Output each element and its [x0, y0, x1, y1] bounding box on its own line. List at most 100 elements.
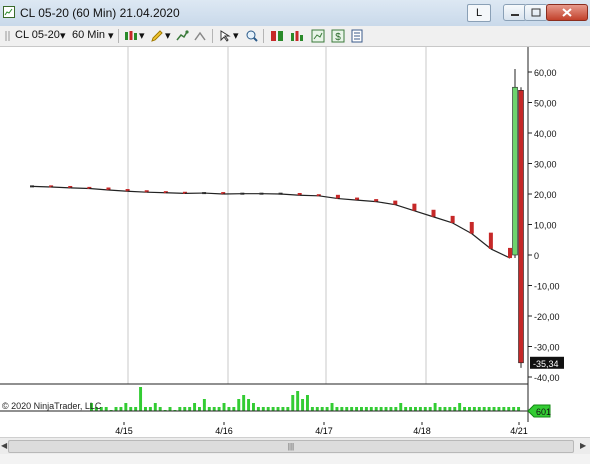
dollar-icon[interactable]: $ — [331, 29, 345, 43]
volume-bar — [104, 407, 108, 411]
volume-bar — [404, 407, 408, 411]
volume-bar — [232, 407, 236, 411]
cursor-dropdown-icon[interactable]: ▾ — [233, 29, 239, 42]
volume-bar — [477, 407, 481, 411]
volume-bar — [517, 407, 521, 411]
volume-bar — [350, 407, 354, 411]
window-title: CL 05-20 (60 Min) 21.04.2020 — [20, 6, 180, 20]
price-line-segment — [31, 185, 52, 188]
data-series-icon[interactable] — [290, 29, 304, 43]
candle-body — [512, 86, 518, 256]
maximize-icon — [531, 8, 541, 17]
volume-bar — [198, 407, 201, 411]
volume-bar — [458, 403, 462, 411]
volume-bar — [158, 407, 162, 411]
volume-bar — [360, 407, 363, 411]
volume-bar — [414, 407, 417, 411]
scroll-left-icon[interactable]: ◀ — [1, 441, 7, 450]
x-axis-strip: 4/15 4/16 4/17 4/18 4/21 — [0, 422, 590, 437]
y-tick-label: 60,00 — [534, 68, 557, 78]
interval-dropdown-icon[interactable]: ▾ — [108, 29, 114, 42]
volume-bar — [453, 407, 457, 411]
price-line-segment — [318, 195, 339, 200]
volume-bar — [296, 391, 300, 411]
y-tick-label: 50,00 — [534, 99, 557, 109]
chart-style-dropdown-icon[interactable]: ▾ — [139, 29, 145, 42]
price-chart[interactable]: 60,00 50,00 40,00 30,00 20,00 10,00 0 -10,00 -20… — [0, 47, 590, 422]
volume-bar — [340, 407, 344, 411]
volume-bar — [306, 395, 309, 411]
zoom-icon[interactable] — [245, 29, 259, 43]
volume-bar — [315, 407, 319, 411]
volume-bar — [139, 387, 143, 411]
indicator-icon[interactable] — [175, 29, 189, 43]
scrollbar-thumb[interactable]: ||| — [8, 440, 574, 453]
interval-selector[interactable]: 60 Min — [72, 29, 105, 41]
volume-bar — [369, 407, 373, 411]
volume-bar — [237, 399, 241, 411]
volume-bar — [497, 407, 501, 411]
volume-bar — [310, 407, 314, 411]
maximize-button[interactable] — [524, 4, 548, 21]
cursor-icon[interactable] — [219, 29, 233, 43]
volume-bar — [266, 407, 270, 411]
y-tick-label: 20,00 — [534, 190, 557, 200]
toolbar-divider — [118, 29, 119, 43]
title-bar: CL 05-20 (60 Min) 21.04.2020 L — [0, 0, 590, 27]
price-line-segment — [280, 193, 300, 196]
drawing-dropdown-icon[interactable]: ▾ — [165, 29, 171, 42]
price-candle — [431, 209, 436, 217]
pencil-icon[interactable] — [150, 29, 164, 43]
instrument-selector[interactable]: CL 05-20 — [15, 29, 60, 41]
price-candle — [450, 215, 455, 223]
volume-bar — [129, 407, 133, 411]
volume-bar — [428, 407, 432, 411]
minimize-icon — [511, 14, 519, 16]
volume-bar — [355, 407, 359, 411]
price-candle — [469, 221, 474, 234]
volume-bar — [222, 403, 226, 411]
volume-bar — [178, 407, 182, 411]
volume-bar — [389, 407, 393, 411]
volume-bar — [423, 407, 427, 411]
volume-bar — [443, 407, 447, 411]
properties-icon[interactable] — [350, 29, 364, 43]
instrument-dropdown-icon[interactable]: ▾ — [60, 29, 66, 42]
y-tick-label: -20,00 — [534, 312, 560, 322]
x-tick-label: 4/18 — [413, 426, 431, 436]
price-line-segment — [51, 186, 71, 189]
volume-bar — [148, 407, 152, 411]
price-line-segment — [414, 210, 434, 218]
volume-bar — [507, 407, 511, 411]
chart-window-icon — [3, 6, 15, 18]
volume-bar — [325, 407, 329, 411]
volume-bar — [217, 407, 221, 411]
scroll-right-icon[interactable]: ▶ — [580, 441, 586, 450]
y-tick-label: 0 — [534, 251, 539, 261]
volume-bar — [114, 407, 118, 411]
close-button[interactable] — [546, 4, 588, 21]
price-line-segment — [299, 194, 319, 197]
volume-bar — [281, 407, 285, 411]
volume-bar — [247, 399, 251, 411]
price-line-segment — [89, 187, 109, 191]
link-button[interactable]: L — [467, 4, 491, 22]
volume-bar — [364, 407, 368, 411]
volume-bar — [502, 407, 506, 411]
volume-bar — [320, 407, 324, 411]
x-tick-label: 4/15 — [115, 426, 133, 436]
order-entry-icon[interactable] — [270, 29, 284, 43]
y-tick-label: -30,00 — [534, 343, 560, 353]
price-line-segment — [490, 248, 511, 259]
price-candle — [488, 232, 493, 249]
template-icon[interactable] — [311, 29, 325, 43]
volume-bar — [512, 407, 516, 411]
horizontal-scrollbar[interactable]: ◀ ||| ▶ — [0, 437, 590, 454]
strategy-icon[interactable] — [193, 29, 207, 43]
chart-panel[interactable]: 60,00 50,00 40,00 30,00 20,00 10,00 0 -10,00 -20… — [0, 47, 590, 422]
volume-bar — [202, 399, 206, 411]
chart-style-icon[interactable] — [124, 29, 138, 43]
price-line-segment — [204, 192, 224, 195]
volume-bar — [301, 399, 305, 411]
price-line-segment — [337, 197, 358, 201]
